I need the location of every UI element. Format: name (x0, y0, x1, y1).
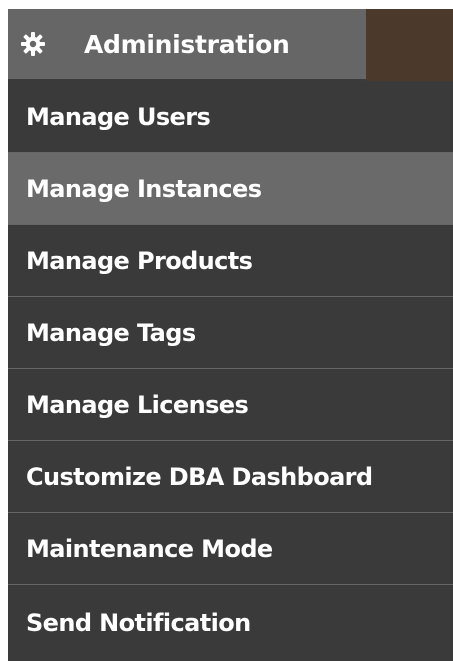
menu-item-customize-dba-dashboard[interactable]: Customize DBA Dashboard (8, 441, 453, 513)
administration-label: Administration (84, 29, 290, 59)
header-background (366, 9, 453, 81)
menu-item-manage-tags[interactable]: Manage Tags (8, 297, 453, 369)
menu-item-maintenance-mode[interactable]: Maintenance Mode (8, 513, 453, 585)
menu-item-manage-licenses[interactable]: Manage Licenses (8, 369, 453, 441)
menu-item-label: Customize DBA Dashboard (26, 462, 373, 491)
menu-item-manage-instances[interactable]: Manage Instances (8, 153, 453, 225)
menu-item-label: Manage Instances (26, 174, 262, 203)
administration-menu: Manage Users Manage Instances Manage Pro… (8, 81, 453, 661)
menu-item-label: Maintenance Mode (26, 534, 273, 563)
menu-item-label: Send Notification (26, 609, 251, 637)
gear-icon (20, 31, 46, 57)
menu-item-send-notification[interactable]: Send Notification (8, 585, 453, 661)
administration-header: Administration (8, 9, 453, 81)
menu-item-manage-products[interactable]: Manage Products (8, 225, 453, 297)
menu-item-label: Manage Users (26, 102, 211, 131)
menu-item-label: Manage Licenses (26, 390, 249, 419)
menu-item-label: Manage Products (26, 246, 253, 275)
menu-item-manage-users[interactable]: Manage Users (8, 81, 453, 153)
page: Administration Manage Users Manage Insta… (0, 0, 453, 661)
administration-menu-button[interactable]: Administration (8, 9, 366, 81)
menu-item-label: Manage Tags (26, 318, 196, 347)
